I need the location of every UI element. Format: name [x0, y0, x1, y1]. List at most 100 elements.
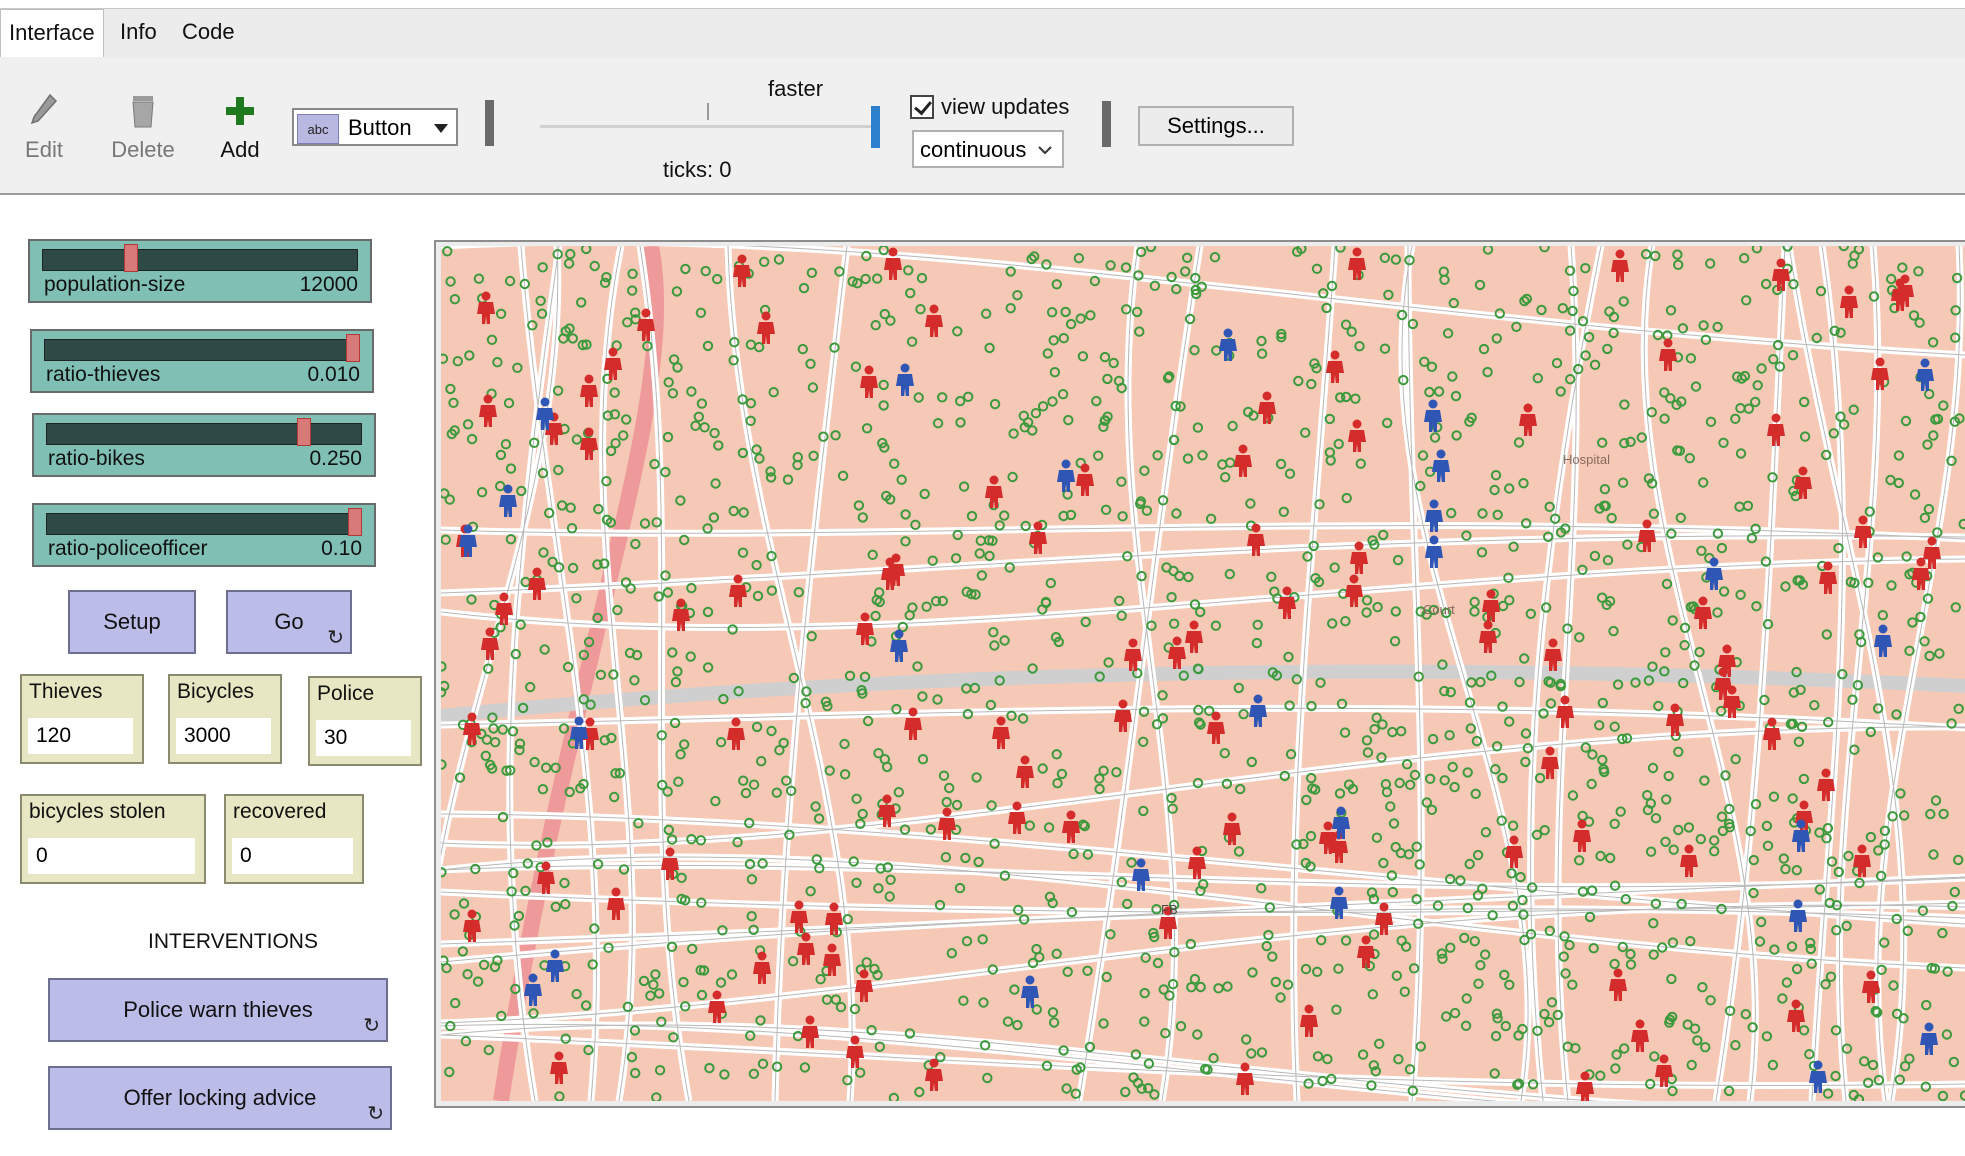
tab-interface[interactable]: Interface — [0, 9, 104, 57]
agent-head — [894, 629, 904, 639]
bicycle-agent — [686, 386, 697, 397]
bicycle-agent — [1377, 719, 1388, 730]
update-mode-select[interactable]: continuous — [912, 130, 1064, 168]
slider-handle[interactable] — [123, 244, 138, 272]
bicycle-agent — [1361, 735, 1373, 746]
view-updates-checkbox[interactable] — [910, 95, 934, 119]
bicycle-agent — [1103, 657, 1114, 668]
bicycle-agent — [651, 1092, 662, 1101]
bicycle-agent — [982, 1072, 993, 1084]
bicycle-agent — [1686, 1059, 1697, 1071]
bicycle-agent — [941, 796, 952, 808]
bicycle-agent — [1108, 357, 1119, 369]
bicycle-agent — [1388, 818, 1400, 829]
bicycle-agent — [672, 666, 683, 677]
bicycle-agent — [1195, 606, 1206, 618]
slider-ratio-policeofficer[interactable]: ratio-policeofficer 0.10 — [32, 503, 376, 567]
street-edge — [774, 246, 848, 1101]
bicycle-agent — [728, 505, 739, 517]
police-warn-thieves-button[interactable]: Police warn thieves ↻ — [48, 978, 388, 1042]
bicycle-agent — [1447, 761, 1458, 773]
bicycle-agent — [1311, 263, 1323, 274]
bicycle-agent — [966, 510, 978, 522]
bicycle-agent — [885, 315, 896, 326]
bicycle-agent — [913, 392, 924, 403]
agent-body — [884, 258, 902, 280]
speed-slider-handle[interactable] — [871, 106, 880, 148]
agent-head — [1336, 806, 1346, 816]
tab-code[interactable]: Code — [174, 9, 243, 55]
bicycle-agent — [765, 472, 777, 483]
setup-button[interactable]: Setup — [68, 590, 196, 654]
bicycle-agent — [1116, 476, 1127, 487]
bicycle-agent — [1449, 1007, 1461, 1019]
agent-head — [1352, 247, 1362, 257]
agent-head — [1548, 638, 1558, 648]
bicycle-agent — [1661, 794, 1672, 805]
bicycle-agent — [870, 610, 881, 622]
bicycle-agent — [1551, 357, 1563, 369]
slider-population-size[interactable]: population-size 12000 — [28, 239, 372, 303]
settings-button[interactable]: Settings... — [1138, 106, 1294, 146]
bicycle-agent — [1152, 957, 1164, 969]
bicycle-agent — [1461, 993, 1472, 1004]
edit-button[interactable]: Edit — [14, 91, 74, 163]
bicycle-agent — [1642, 790, 1653, 801]
agent-body — [1680, 855, 1698, 877]
delete-button[interactable]: Delete — [104, 91, 182, 163]
add-button[interactable]: Add — [212, 91, 268, 163]
thief-agent — [580, 374, 598, 407]
bicycle-agent — [1469, 936, 1481, 947]
agent-body — [1638, 530, 1656, 552]
bicycle-agent — [1031, 943, 1042, 955]
slider-ratio-bikes[interactable]: ratio-bikes 0.250 — [32, 413, 376, 477]
slider-handle[interactable] — [348, 508, 362, 536]
agent-head — [1066, 810, 1076, 820]
bicycle-agent — [1507, 820, 1519, 831]
bicycle-agent — [874, 1041, 885, 1052]
bicycle-agent — [1580, 263, 1591, 274]
bicycle-agent — [560, 899, 571, 910]
go-button[interactable]: Go ↻ — [226, 590, 352, 654]
bicycle-agent — [704, 1062, 715, 1074]
thief-agent — [1188, 846, 1206, 879]
bicycle-agent — [958, 481, 970, 492]
bicycle-agent — [1597, 697, 1609, 709]
thief-agent — [801, 1015, 819, 1048]
slider-handle[interactable] — [346, 334, 360, 362]
tab-info[interactable]: Info — [112, 9, 165, 55]
world-view[interactable]: Court Hospital FB — [441, 246, 1965, 1101]
agent-body — [729, 585, 747, 607]
bicycle-agent — [1609, 958, 1620, 970]
bicycle-agent — [1709, 835, 1720, 846]
bicycle-agent — [1705, 995, 1716, 1006]
bicycle-agent — [808, 450, 819, 462]
slider-ratio-thieves[interactable]: ratio-thieves 0.010 — [30, 329, 374, 393]
forever-icon: ↻ — [327, 627, 344, 649]
agent-body — [890, 640, 908, 662]
slider-handle[interactable] — [296, 418, 311, 446]
bicycle-agent — [1012, 290, 1023, 301]
title-strip — [0, 0, 1965, 9]
bicycle-agent — [1182, 453, 1194, 464]
thief-agent — [1659, 338, 1677, 371]
bicycle-agent — [906, 336, 918, 347]
bicycle-agent — [921, 601, 932, 612]
bicycle-agent — [1138, 805, 1149, 817]
agent-head — [463, 524, 473, 534]
bicycle-agent — [960, 852, 971, 864]
add-label: Add — [220, 137, 260, 162]
bicycle-agent — [1606, 512, 1617, 524]
agent-head — [733, 574, 743, 584]
bicycle-agent — [457, 946, 468, 957]
bicycle-agent — [1893, 477, 1905, 489]
widget-type-dropdown[interactable]: abc Button — [292, 108, 458, 146]
bicycle-agent — [884, 891, 895, 902]
bicycle-agent — [1927, 337, 1939, 348]
speed-slider[interactable] — [540, 125, 875, 128]
bicycle-agent — [850, 361, 862, 372]
agent-body — [985, 486, 1003, 508]
bicycle-agent — [1120, 262, 1132, 273]
bicycle-agent — [793, 587, 804, 598]
offer-locking-advice-button[interactable]: Offer locking advice ↻ — [48, 1066, 392, 1130]
